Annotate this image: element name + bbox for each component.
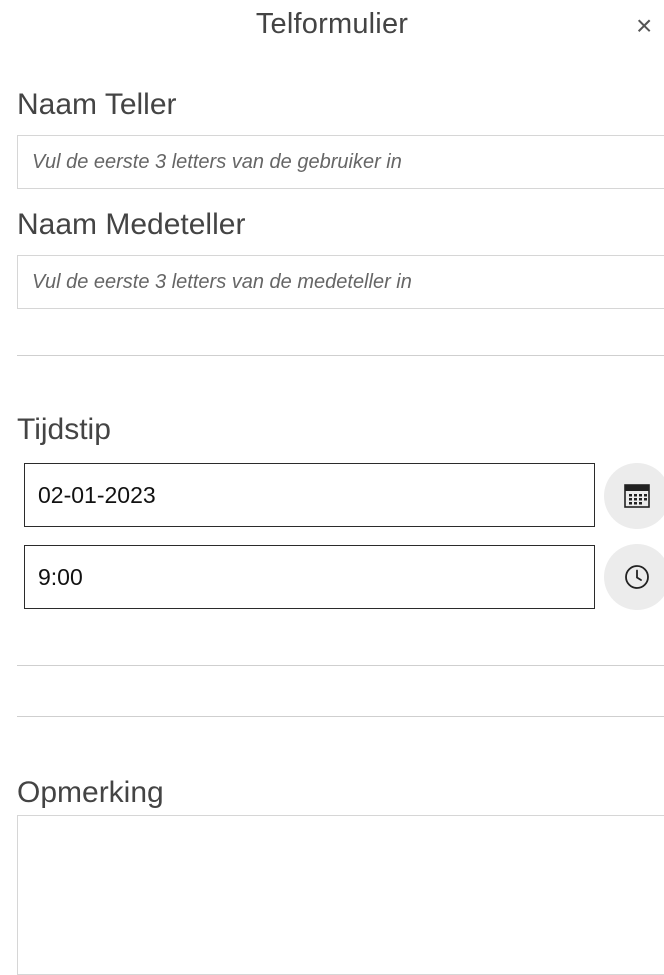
naam-medeteller-input[interactable]: [17, 255, 664, 309]
divider: [17, 665, 664, 666]
naam-teller-label: Naam Teller: [17, 88, 177, 121]
naam-teller-input[interactable]: [17, 135, 664, 189]
date-picker-button[interactable]: [604, 463, 664, 529]
time-picker-button[interactable]: [604, 544, 664, 610]
dialog-header: Telformulier ×: [0, 0, 664, 56]
divider: [17, 355, 664, 356]
naam-medeteller-label: Naam Medeteller: [17, 208, 246, 241]
divider: [17, 716, 664, 717]
tijdstip-label: Tijdstip: [17, 413, 111, 446]
close-button[interactable]: ×: [636, 8, 664, 44]
opmerking-textarea[interactable]: [17, 815, 664, 975]
dialog-title: Telformulier: [255, 8, 409, 40]
calendar-icon: [624, 484, 650, 508]
time-input[interactable]: [24, 545, 595, 609]
close-icon[interactable]: ×: [636, 10, 652, 41]
opmerking-label: Opmerking: [17, 776, 164, 809]
date-input[interactable]: [24, 463, 595, 527]
clock-icon: [625, 565, 649, 589]
